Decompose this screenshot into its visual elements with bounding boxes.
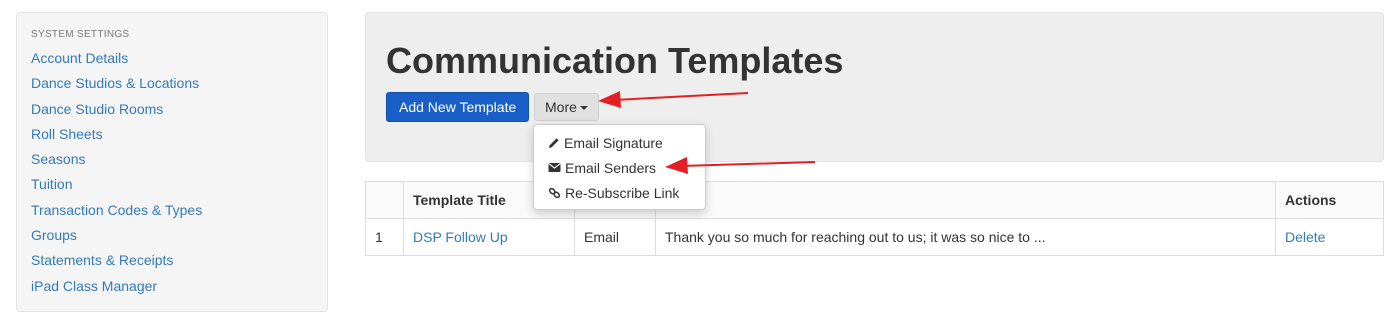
delete-template-link[interactable]: Delete [1275, 218, 1384, 256]
page-title: Communication Templates [386, 40, 844, 81]
column-header-actions: Actions [1275, 181, 1384, 219]
envelope-icon [548, 163, 561, 172]
pencil-icon [549, 137, 559, 148]
more-dropdown-menu: Email Signature Email Senders Re-Subscri… [533, 124, 706, 210]
sidebar-item-transaction-codes[interactable]: Transaction Codes & Types [31, 198, 313, 223]
templates-table-container: Template Title age Actions 1 DSP Follow … [365, 181, 1384, 256]
sidebar-item-account-details[interactable]: Account Details [31, 46, 313, 71]
menu-item-label: Email Signature [564, 134, 663, 151]
menu-item-label: Email Senders [565, 159, 657, 176]
link-icon [548, 187, 561, 198]
caret-down-icon [579, 106, 588, 111]
add-new-template-button[interactable]: Add New Template [386, 92, 530, 122]
template-message-preview: Thank you so much for reaching out to us… [655, 218, 1276, 256]
column-header-message: age [655, 181, 1276, 219]
table-row: 1 DSP Follow Up Email Thank you so much … [365, 218, 1384, 256]
more-dropdown-button[interactable]: More [534, 93, 599, 121]
more-button-label: More [545, 99, 577, 115]
menu-item-email-senders[interactable]: Email Senders [534, 155, 705, 180]
table-header-row: Template Title age Actions [365, 181, 1384, 219]
sidebar-item-statements-receipts[interactable]: Statements & Receipts [31, 248, 313, 273]
sidebar-item-tuition[interactable]: Tuition [31, 172, 313, 197]
row-number: 1 [365, 218, 404, 256]
column-header-number [365, 181, 404, 219]
page-header-panel: Communication Templates Add New Template… [365, 12, 1384, 162]
sidebar-item-groups[interactable]: Groups [31, 223, 313, 248]
sidebar-item-dance-studio-rooms[interactable]: Dance Studio Rooms [31, 97, 313, 122]
menu-item-re-subscribe-link[interactable]: Re-Subscribe Link [534, 180, 705, 205]
sidebar-item-seasons[interactable]: Seasons [31, 147, 313, 172]
menu-item-email-signature[interactable]: Email Signature [534, 130, 705, 155]
template-type: Email [574, 218, 656, 256]
template-title-link[interactable]: DSP Follow Up [403, 218, 575, 256]
templates-table: Template Title age Actions 1 DSP Follow … [365, 181, 1384, 256]
menu-item-label: Re-Subscribe Link [565, 184, 680, 201]
sidebar-item-ipad-class-manager[interactable]: iPad Class Manager [31, 274, 313, 299]
sidebar-item-roll-sheets[interactable]: Roll Sheets [31, 122, 313, 147]
settings-sidebar: SYSTEM SETTINGS Account Details Dance St… [16, 12, 328, 312]
sidebar-heading: SYSTEM SETTINGS [31, 29, 130, 40]
sidebar-item-dance-studios-locations[interactable]: Dance Studios & Locations [31, 71, 313, 96]
